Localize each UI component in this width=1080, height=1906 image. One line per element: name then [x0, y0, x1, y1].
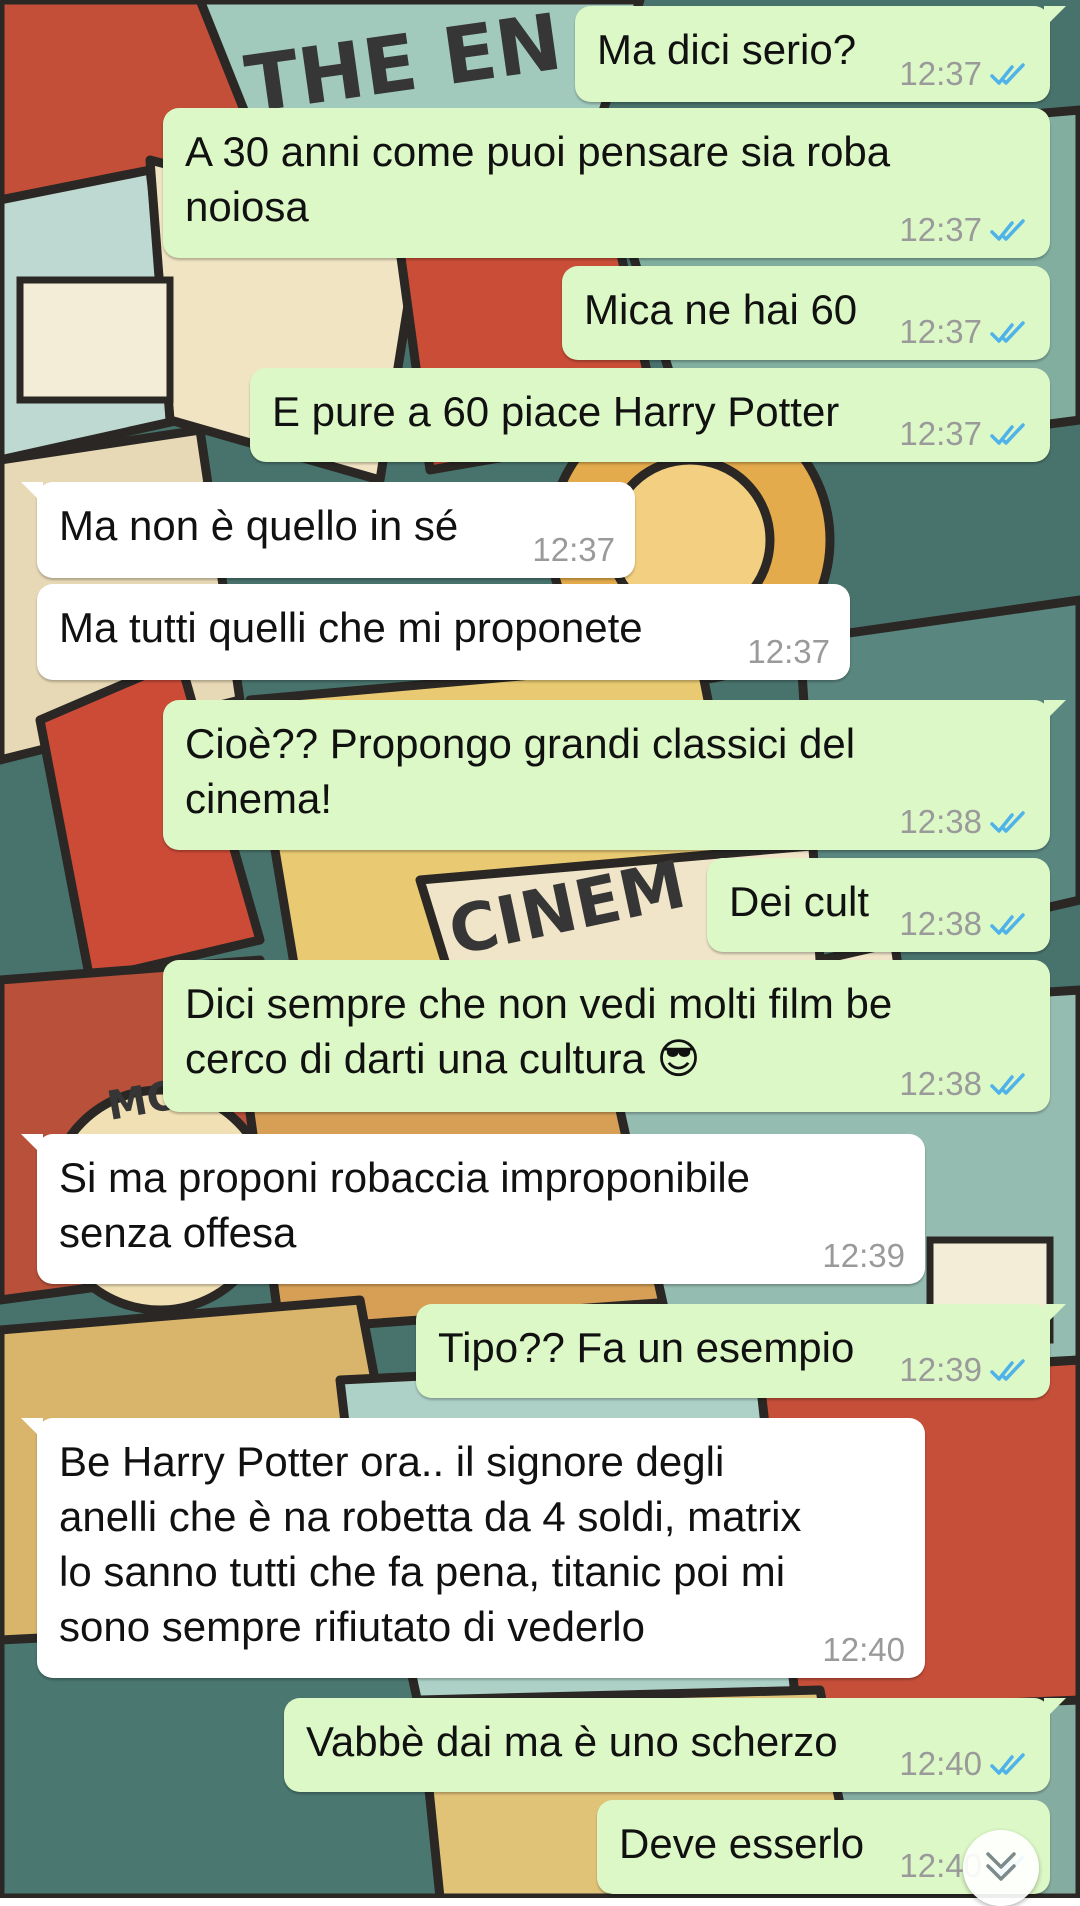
message-bubble-sent[interactable]: Vabbè dai ma è uno scherzo 12:40 — [284, 1698, 1066, 1792]
message-meta: 12:37 — [899, 416, 1030, 452]
message-time: 12:37 — [532, 531, 615, 568]
message-bubble-sent[interactable]: Dici sempre che non vedi molti film be c… — [163, 960, 1050, 1112]
message-time: 12:37 — [899, 313, 982, 350]
message-meta: 12:37 — [899, 212, 1030, 248]
message-list[interactable]: Ma dici serio? 12:37 A 30 anni come puoi… — [0, 0, 1080, 1898]
message-bubble-received[interactable]: Si ma proponi robaccia improponibile sen… — [21, 1134, 925, 1284]
double-check-read-icon — [990, 811, 1025, 833]
message-bubble-received[interactable]: Ma non è quello in sé 12:37 — [21, 482, 635, 578]
message-time: 12:39 — [822, 1237, 905, 1274]
message-meta: 12:40 — [822, 1632, 905, 1668]
message-text: Ma tutti quelli che mi proponete — [59, 604, 643, 651]
message-time: 12:40 — [899, 1745, 982, 1782]
message-bubble-sent[interactable]: A 30 anni come puoi pensare sia roba noi… — [163, 108, 1050, 258]
message-meta: 12:37 — [532, 532, 615, 568]
message-meta: 12:37 — [899, 314, 1030, 350]
message-text: Ma non è quello in sé — [59, 502, 459, 549]
double-check-read-icon — [990, 1753, 1025, 1775]
message-bubble-sent[interactable]: Mica ne hai 60 12:37 — [562, 266, 1050, 360]
double-check-read-icon — [990, 913, 1025, 935]
message-text: Si ma proponi robaccia improponibile sen… — [59, 1154, 751, 1256]
message-meta: 12:38 — [899, 1066, 1030, 1102]
message-meta: 12:38 — [899, 906, 1030, 942]
double-check-read-icon — [990, 219, 1025, 241]
message-bubble-sent[interactable]: E pure a 60 piace Harry Potter 12:37 — [250, 368, 1050, 462]
double-chevron-down-icon — [986, 1852, 1016, 1881]
message-time: 12:37 — [899, 415, 982, 452]
message-bubble-received[interactable]: Ma tutti quelli che mi proponete 12:37 — [37, 584, 850, 680]
message-meta: 12:39 — [899, 1352, 1030, 1388]
message-bubble-sent[interactable]: Dei cult 12:38 — [707, 858, 1050, 952]
message-text: Be Harry Potter ora.. il signore degli a… — [59, 1438, 802, 1650]
double-check-read-icon — [990, 423, 1025, 445]
scroll-to-bottom-button[interactable] — [963, 1830, 1039, 1906]
double-check-read-icon — [990, 321, 1025, 343]
message-time: 12:37 — [899, 211, 982, 248]
message-meta: 12:40 — [899, 1746, 1030, 1782]
message-time: 12:39 — [899, 1351, 982, 1388]
message-meta: 12:39 — [822, 1238, 905, 1274]
message-time: 12:40 — [822, 1631, 905, 1668]
message-meta: 12:37 — [747, 634, 830, 670]
message-bubble-sent[interactable]: Ma dici serio? 12:37 — [575, 6, 1066, 102]
message-time: 12:37 — [747, 633, 830, 670]
double-check-read-icon — [990, 1359, 1025, 1381]
message-bubble-sent[interactable]: Cioè?? Propongo grandi classici del cine… — [163, 700, 1066, 850]
message-time: 12:38 — [899, 905, 982, 942]
message-bubble-sent[interactable]: Tipo?? Fa un esempio 12:39 — [416, 1304, 1066, 1398]
message-time: 12:37 — [899, 55, 982, 92]
double-check-read-icon — [990, 1073, 1025, 1095]
message-meta: 12:38 — [899, 804, 1030, 840]
message-meta: 12:37 — [899, 56, 1030, 92]
double-check-read-icon — [990, 63, 1025, 85]
message-time: 12:38 — [899, 803, 982, 840]
message-bubble-received[interactable]: Be Harry Potter ora.. il signore degli a… — [21, 1418, 925, 1678]
message-time: 12:38 — [899, 1065, 982, 1102]
